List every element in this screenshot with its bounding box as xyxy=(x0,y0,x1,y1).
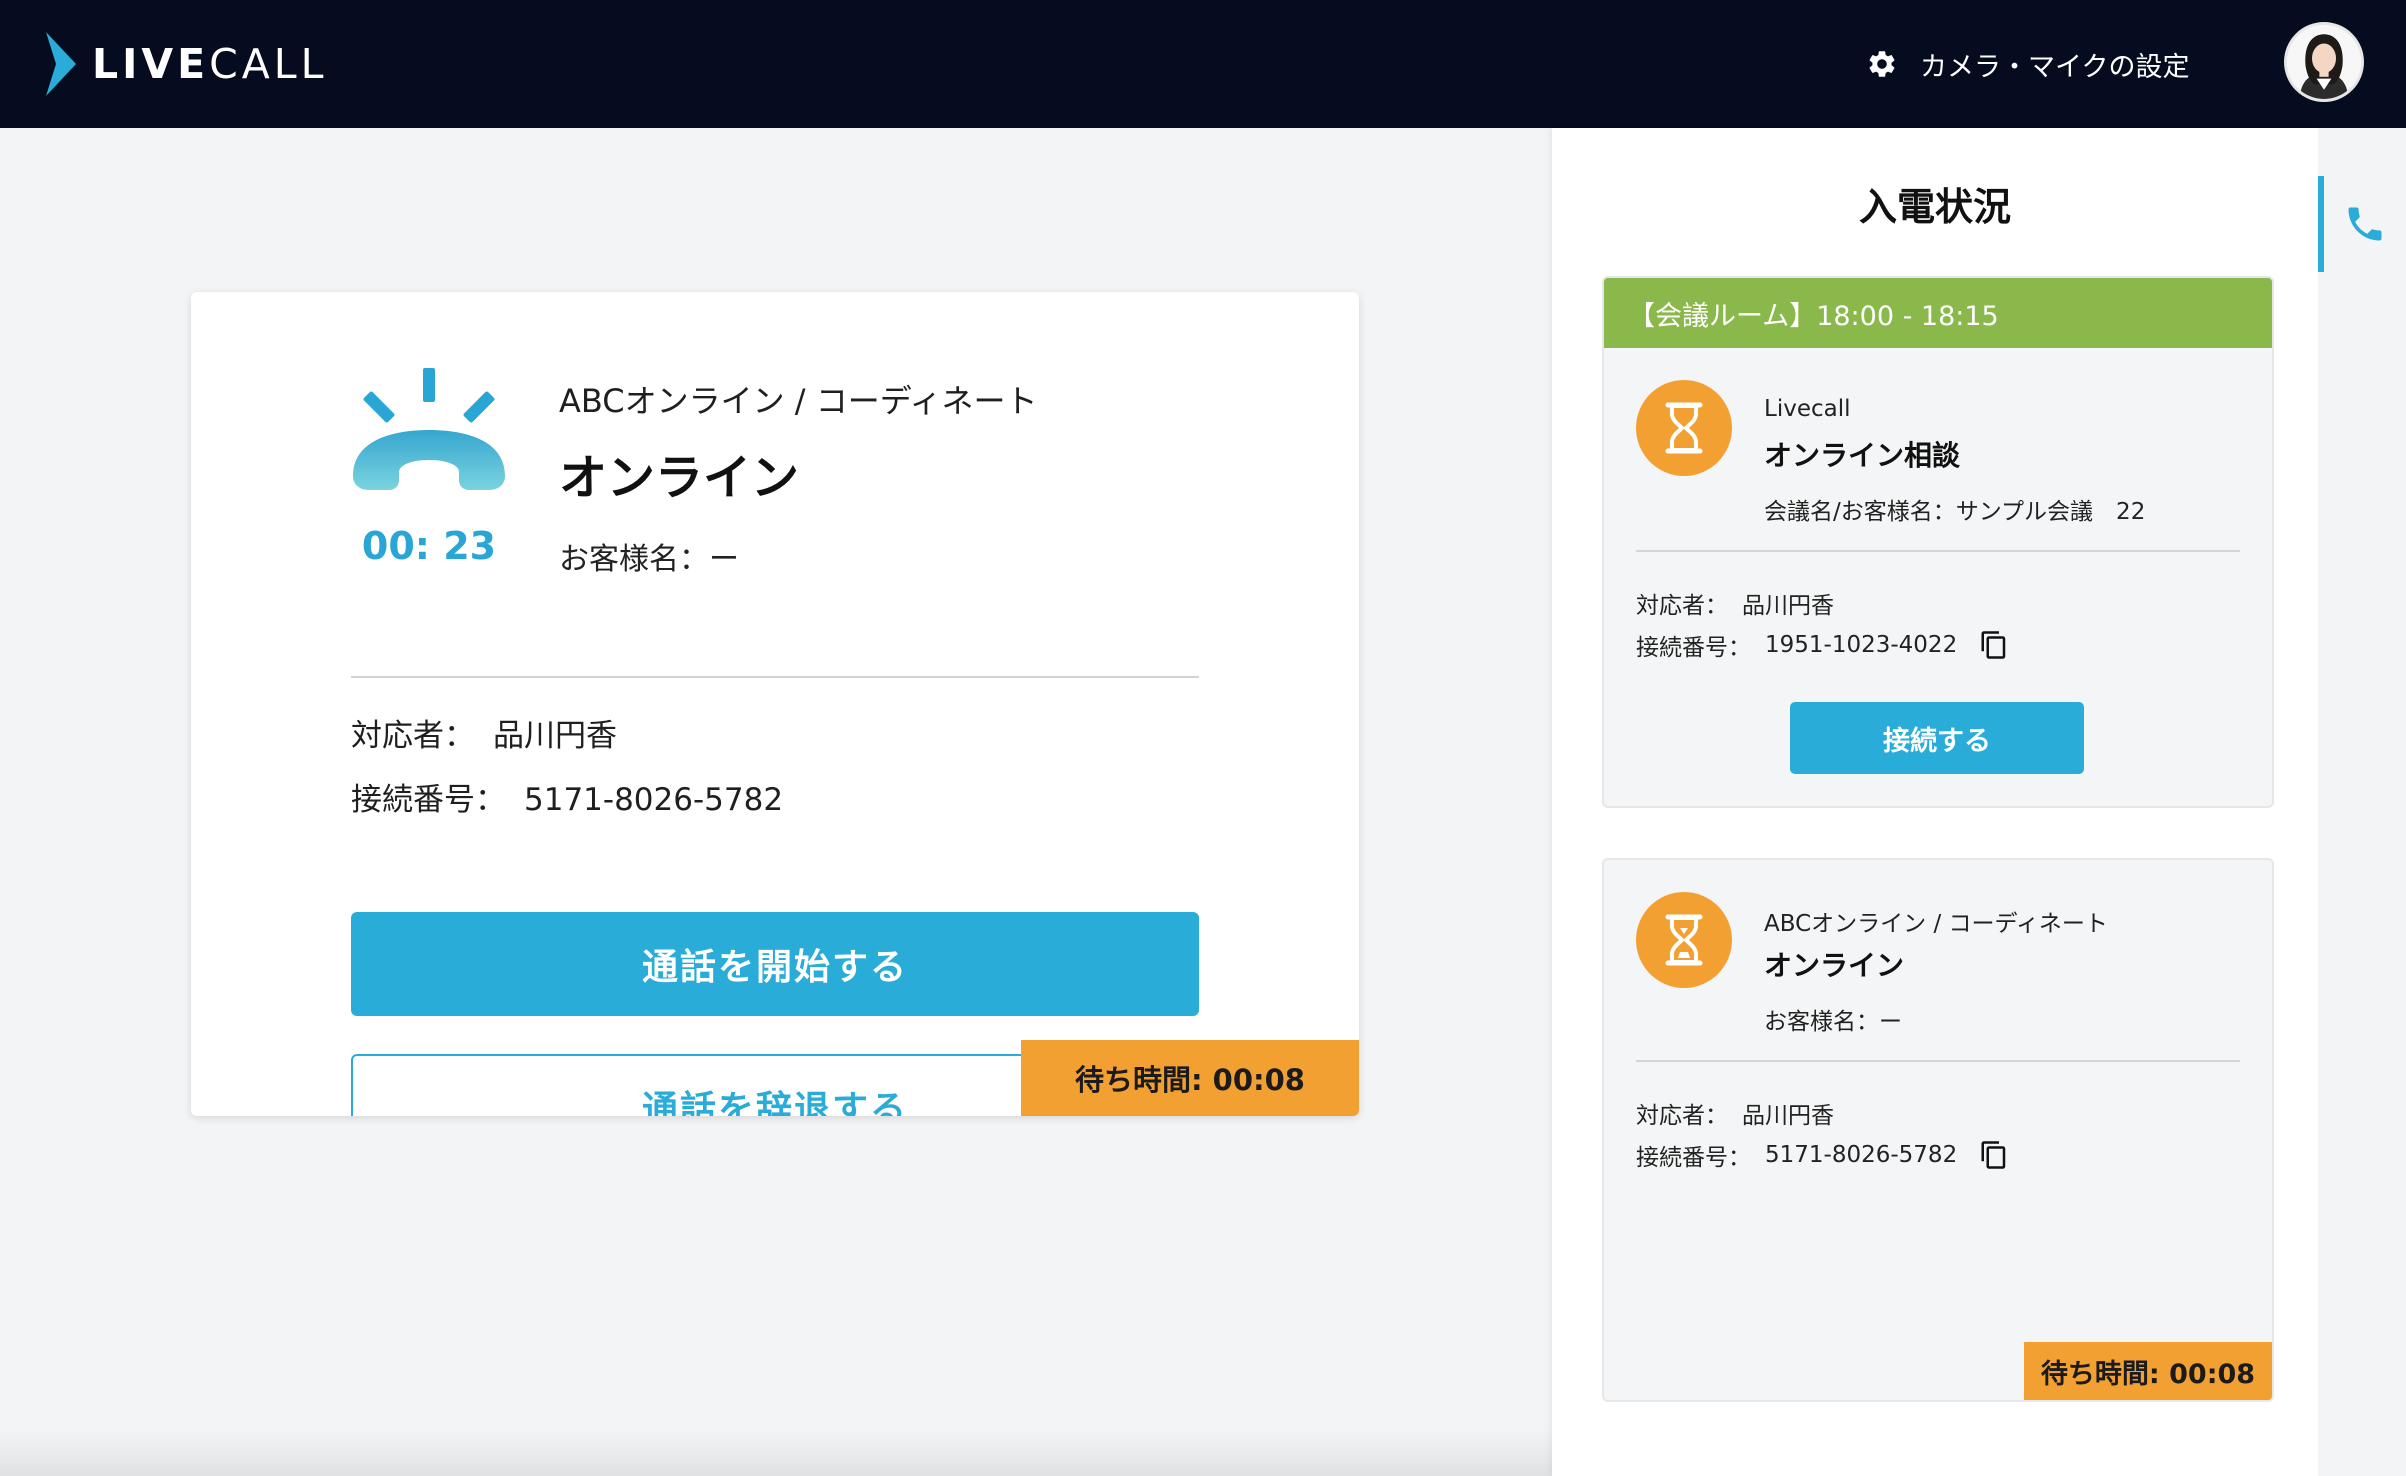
logo-text-light: CALL xyxy=(209,40,328,88)
card-responder-label: 対応者： xyxy=(1636,593,1728,619)
divider xyxy=(351,676,1199,678)
waiting-status xyxy=(1636,380,1732,476)
connection-number-row: 接続番号： 5171-8026-5782 xyxy=(351,774,783,819)
company-name: ABCオンライン / コーディネート xyxy=(559,382,1038,420)
bottom-shade xyxy=(0,1430,1552,1476)
settings-label: カメラ・マイクの設定 xyxy=(1920,51,2190,83)
card-responder-value: 品川円香 xyxy=(1742,1103,1834,1129)
card-responder-label: 対応者： xyxy=(1636,1103,1728,1129)
card-wait-time-badge: 待ち時間: 00:08 xyxy=(2024,1342,2272,1400)
camera-mic-settings-button[interactable]: カメラ・マイクの設定 xyxy=(1866,40,2189,88)
call-card-online[interactable]: ABCオンライン / コーディネート オンライン お客様名：ー 対応者： 品川円香… xyxy=(1602,858,2274,1402)
phone-icon xyxy=(2348,207,2382,241)
card-title: オンライン相談 xyxy=(1764,439,1961,472)
card-responder-value: 品川円香 xyxy=(1742,593,1834,619)
panel-title: 入電状況 xyxy=(1858,185,2011,229)
copy-icon[interactable] xyxy=(1979,628,2009,662)
card-connection-value: 5171-8026-5782 xyxy=(1765,1142,1958,1168)
call-title: オンライン xyxy=(559,450,800,506)
card-divider xyxy=(1636,1060,2240,1062)
responder-label: 対応者： xyxy=(351,718,475,754)
waiting-status xyxy=(1636,892,1732,988)
card-connection-label: 接続番号： xyxy=(1636,635,1751,661)
avatar[interactable] xyxy=(2284,22,2364,102)
meeting-room-header: 【会議ルーム】18:00 - 18:15 xyxy=(1604,278,2272,348)
connect-button[interactable]: 接続する xyxy=(1790,702,2084,774)
card-customer-name: お客様名：ー xyxy=(1764,1009,1902,1035)
wait-time-badge: 待ち時間: 00:08 xyxy=(1021,1040,1359,1116)
incoming-calls-panel: 入電状況 【会議ルーム】18:00 - 18:15 Livecall オンライン… xyxy=(1552,128,2318,1476)
card-responder-row: 対応者： 品川円香 xyxy=(1636,1096,1834,1130)
card-connection-row: 接続番号： 5171-8026-5782 xyxy=(1636,1138,2009,1172)
logo-mark-icon xyxy=(46,32,76,96)
card-divider xyxy=(1636,550,2240,552)
call-timer: 00: 23 xyxy=(361,524,497,568)
logo-text-bold: LIVE xyxy=(92,40,210,88)
card-company-name: ABCオンライン / コーディネート xyxy=(1764,911,2108,937)
ringing-phone-icon xyxy=(353,368,505,490)
tab-incoming-calls[interactable] xyxy=(2318,176,2406,272)
user-avatar-icon xyxy=(2287,25,2361,99)
logo-text: LIVECALL xyxy=(92,40,328,88)
side-tab-strip xyxy=(2318,128,2406,1476)
call-card-meeting-room[interactable]: 【会議ルーム】18:00 - 18:15 Livecall オンライン相談 会議… xyxy=(1602,276,2274,808)
responder-value: 品川円香 xyxy=(493,718,617,754)
app-header: LIVECALL カメラ・マイクの設定 xyxy=(0,0,2406,128)
start-call-button[interactable]: 通話を開始する xyxy=(351,912,1199,1016)
card-connection-row: 接続番号： 1951-1023-4022 xyxy=(1636,628,2009,662)
copy-icon[interactable] xyxy=(1979,1138,2009,1172)
gear-icon xyxy=(1869,51,1895,77)
card-connection-value: 1951-1023-4022 xyxy=(1765,632,1958,658)
responder-row: 対応者： 品川円香 xyxy=(351,710,617,755)
card-title: オンライン xyxy=(1764,949,1905,982)
hourglass-icon xyxy=(1665,914,1703,966)
hourglass-icon xyxy=(1665,402,1703,454)
logo[interactable]: LIVECALL xyxy=(44,30,328,98)
connection-value: 5171-8026-5782 xyxy=(524,782,784,818)
card-company-name: Livecall xyxy=(1764,396,1851,422)
connection-label: 接続番号： xyxy=(351,782,506,818)
card-connection-label: 接続番号： xyxy=(1636,1145,1751,1171)
card-meeting-name: 会議名/お客様名：サンプル会議 22 xyxy=(1764,499,2146,525)
card-responder-row: 対応者： 品川円香 xyxy=(1636,586,1834,620)
customer-name: お客様名：ー xyxy=(559,542,739,577)
incoming-call-card: 00: 23 ABCオンライン / コーディネート オンライン お客様名：ー 対… xyxy=(191,292,1359,1116)
